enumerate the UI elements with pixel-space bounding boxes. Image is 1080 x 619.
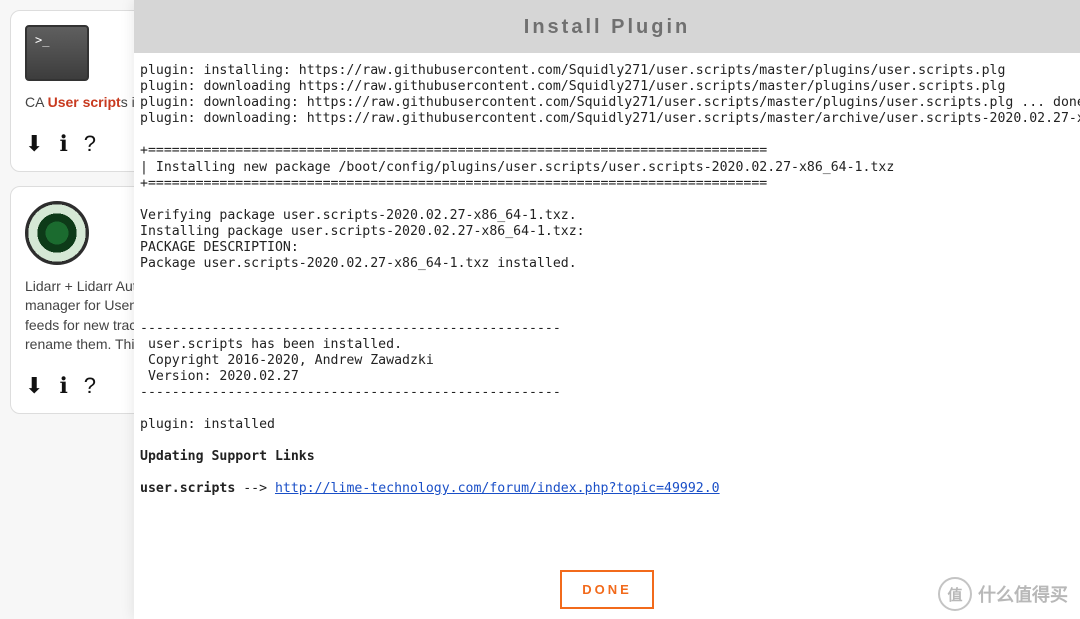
download-icon[interactable]: ⬇ [25,131,43,157]
support-link[interactable]: http://lime-technology.com/forum/index.p… [275,481,720,496]
install-log: plugin: installing: https://raw.githubus… [134,53,1080,564]
lidarr-icon [25,201,89,265]
modal-title: Install Plugin [134,0,1080,53]
done-button[interactable]: DONE [560,570,654,609]
terminal-icon [25,25,89,81]
modal-footer: DONE [134,564,1080,619]
help-icon[interactable]: ? [84,131,96,157]
help-icon[interactable]: ? [84,373,96,399]
download-icon[interactable]: ⬇ [25,373,43,399]
install-plugin-modal: Install Plugin plugin: installing: https… [134,0,1080,619]
info-icon[interactable]: ℹ [59,373,67,399]
info-icon[interactable]: ℹ [59,131,67,157]
